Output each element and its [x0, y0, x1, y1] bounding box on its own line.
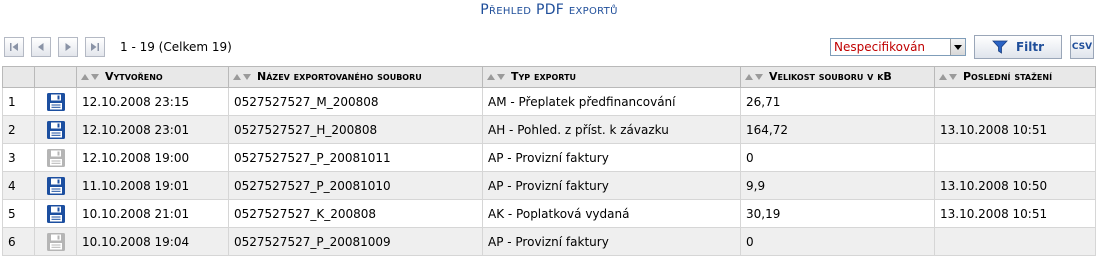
row-index: 6 — [2, 227, 35, 256]
column-header-created[interactable]: Vytvořeno — [76, 66, 229, 88]
floppy-disk-icon[interactable] — [46, 204, 66, 224]
file-name-cell: 0527527527_H_200808 — [228, 115, 483, 144]
last-download-cell — [934, 227, 1096, 256]
export-type-select[interactable]: Nespecifikován — [830, 38, 966, 56]
sort-arrows-icon[interactable] — [487, 71, 507, 84]
download-cell[interactable] — [34, 87, 77, 116]
column-header-name[interactable]: Název exportovaného souboru — [228, 66, 483, 88]
column-header-index — [2, 66, 35, 88]
column-header-last-download[interactable]: Poslední stažení — [934, 66, 1096, 88]
row-index: 4 — [2, 171, 35, 200]
file-size-cell: 0 — [740, 143, 935, 172]
file-name-cell: 0527527527_M_200808 — [228, 87, 483, 116]
column-header-type[interactable]: Typ exportu — [482, 66, 741, 88]
file-name-cell: 0527527527_P_20081011 — [228, 143, 483, 172]
column-header-download — [34, 66, 77, 88]
download-cell — [34, 227, 77, 256]
export-type-select-value: Nespecifikován — [834, 40, 926, 54]
column-header-label: Typ exportu — [511, 70, 577, 84]
column-header-label: Poslední stažení — [963, 70, 1053, 84]
previous-page-button[interactable] — [31, 37, 51, 57]
floppy-disk-icon[interactable] — [46, 120, 66, 140]
sort-arrows-icon[interactable] — [81, 71, 101, 84]
created-cell: 12.10.2008 19:00 — [76, 143, 229, 172]
table-row: 4 11.10.2008 19:01 0527527527_P_20081010 AP… — [2, 171, 1096, 200]
table-header-row: Vytvořeno Název exportovaného souboru Ty… — [2, 66, 1096, 88]
created-cell: 12.10.2008 23:01 — [76, 115, 229, 144]
sort-arrows-icon[interactable] — [745, 71, 765, 84]
file-size-cell: 164,72 — [740, 115, 935, 144]
floppy-disk-icon[interactable] — [46, 92, 66, 112]
table-row: 5 10.10.2008 21:01 0527527527_K_200808 AK -… — [2, 199, 1096, 228]
table-row: 3 12.10.2008 19:00 0527527527_P_20081011 AP… — [2, 143, 1096, 172]
floppy-disk-icon[interactable] — [46, 176, 66, 196]
csv-button-label: CSV — [1071, 42, 1093, 52]
export-type-cell: AP - Provizní faktury — [482, 143, 741, 172]
csv-export-button[interactable]: CSV — [1070, 35, 1094, 59]
export-type-cell: AP - Provizní faktury — [482, 227, 741, 256]
row-index: 1 — [2, 87, 35, 116]
column-header-label: Vytvořeno — [105, 70, 163, 84]
created-cell: 10.10.2008 21:01 — [76, 199, 229, 228]
floppy-disk-icon — [46, 232, 65, 251]
export-type-cell: AK - Poplatková vydaná — [482, 199, 741, 228]
table-row: 1 12.10.2008 23:15 0527527527_M_200808 AM -… — [2, 87, 1096, 116]
funnel-icon — [992, 40, 1008, 54]
last-download-cell — [934, 87, 1096, 116]
row-index: 2 — [2, 115, 35, 144]
next-page-icon — [65, 43, 71, 51]
last-page-icon — [91, 43, 99, 51]
last-page-button[interactable] — [85, 37, 105, 57]
previous-page-icon — [38, 43, 44, 51]
first-page-icon — [10, 43, 18, 51]
floppy-disk-icon — [46, 148, 65, 167]
created-cell: 11.10.2008 19:01 — [76, 171, 229, 200]
download-cell[interactable] — [34, 171, 77, 200]
table-row: 2 12.10.2008 23:01 0527527527_H_200808 AH -… — [2, 115, 1096, 144]
first-page-button[interactable] — [4, 37, 24, 57]
sort-arrows-icon[interactable] — [939, 71, 959, 84]
exports-table: Vytvořeno Název exportovaného souboru Ty… — [2, 66, 1096, 256]
file-name-cell: 0527527527_P_20081010 — [228, 171, 483, 200]
last-download-cell — [934, 143, 1096, 172]
file-name-cell: 0527527527_K_200808 — [228, 199, 483, 228]
filter-button-label: Filtr — [1015, 40, 1045, 54]
download-cell[interactable] — [34, 115, 77, 144]
row-index: 3 — [2, 143, 35, 172]
filter-button[interactable]: Filtr — [974, 35, 1062, 59]
file-size-cell: 30,19 — [740, 199, 935, 228]
toolbar: 1 - 19 (Celkem 19) Nespecifikován Filtr … — [0, 35, 1098, 59]
next-page-button[interactable] — [58, 37, 78, 57]
paging-info: 1 - 19 (Celkem 19) — [120, 40, 232, 54]
export-type-cell: AH - Pohled. z příst. k závazku — [482, 115, 741, 144]
column-header-label: Velikost souboru v kB — [769, 70, 892, 84]
file-size-cell: 26,71 — [740, 87, 935, 116]
created-cell: 10.10.2008 19:04 — [76, 227, 229, 256]
created-cell: 12.10.2008 23:15 — [76, 87, 229, 116]
last-download-cell: 13.10.2008 10:51 — [934, 199, 1096, 228]
download-cell[interactable] — [34, 199, 77, 228]
chevron-down-icon[interactable] — [950, 39, 965, 55]
file-name-cell: 0527527527_P_20081009 — [228, 227, 483, 256]
sort-arrows-icon[interactable] — [233, 71, 253, 84]
column-header-size[interactable]: Velikost souboru v kB — [740, 66, 935, 88]
column-header-label: Název exportovaného souboru — [257, 70, 422, 84]
table-row: 6 10.10.2008 19:04 0527527527_P_20081009 AP… — [2, 227, 1096, 256]
page-title: Přehled PDF exportů — [480, 2, 618, 18]
export-type-cell: AM - Přeplatek předfinancování — [482, 87, 741, 116]
last-download-cell: 13.10.2008 10:51 — [934, 115, 1096, 144]
file-size-cell: 9,9 — [740, 171, 935, 200]
row-index: 5 — [2, 199, 35, 228]
file-size-cell: 0 — [740, 227, 935, 256]
download-cell — [34, 143, 77, 172]
export-type-cell: AP - Provizní faktury — [482, 171, 741, 200]
last-download-cell: 13.10.2008 10:50 — [934, 171, 1096, 200]
